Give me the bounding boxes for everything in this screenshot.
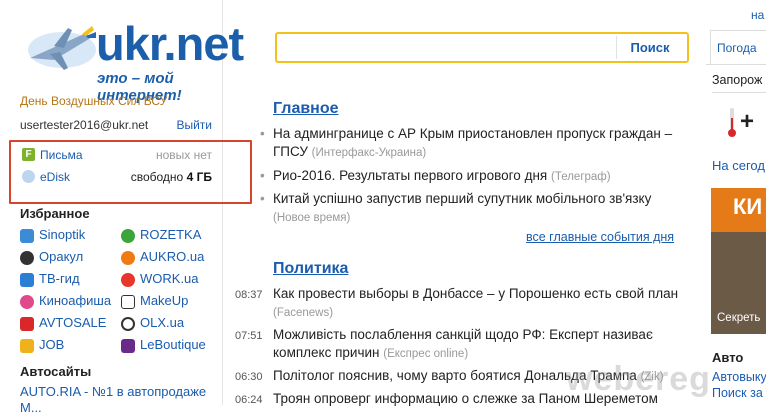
- user-line: usertester2016@ukr.net Выйти: [20, 118, 212, 132]
- news-source: (Facenews): [273, 307, 334, 319]
- fav-label[interactable]: Киноафиша: [39, 293, 111, 308]
- aukro-icon: [121, 251, 135, 265]
- fav-kinoafisha[interactable]: Киноафиша: [20, 293, 120, 315]
- divider: [706, 64, 766, 65]
- search-input[interactable]: [279, 36, 613, 61]
- fav-label[interactable]: AUKRO.ua: [140, 249, 204, 264]
- fav-olx[interactable]: OLX.ua: [121, 315, 221, 337]
- news-time: 08:37: [235, 289, 263, 301]
- section-main-title[interactable]: Главное: [273, 100, 339, 118]
- fav-label[interactable]: Оракул: [39, 249, 83, 264]
- news-item[interactable]: 07:51 Можливість послаблення санкцій щод…: [235, 326, 693, 363]
- news-item[interactable]: • Рио-2016. Результаты первого игрового …: [260, 167, 693, 186]
- fav-label[interactable]: ТВ-гид: [39, 271, 80, 286]
- orakul-icon: [20, 251, 34, 265]
- tv-icon: [20, 273, 34, 287]
- holiday-link[interactable]: День Воздушных Сил ВСУ: [20, 94, 167, 108]
- divider: [712, 92, 766, 93]
- auto-right-link-2[interactable]: Поиск за: [712, 386, 763, 400]
- bullet-icon: •: [260, 168, 265, 183]
- fav-orakul[interactable]: Оракул: [20, 249, 120, 271]
- watermark: webereg: [566, 360, 711, 398]
- news-source: (Телеграф): [550, 171, 611, 183]
- news-time: 07:51: [235, 330, 263, 342]
- makeup-icon: [121, 295, 135, 309]
- all-main-news-link[interactable]: все главные события дня: [526, 230, 674, 244]
- bullet-icon: •: [260, 126, 265, 141]
- fav-label[interactable]: ROZETKA: [140, 227, 201, 242]
- fav-makeup[interactable]: MakeUp: [121, 293, 221, 315]
- job-icon: [20, 339, 34, 353]
- auto-link-2[interactable]: М...: [20, 400, 42, 415]
- fav-sinoptik[interactable]: Sinoptik: [20, 227, 120, 249]
- work-icon: [121, 273, 135, 287]
- fav-leboutique[interactable]: LeBoutique: [121, 337, 221, 359]
- jet-icon: [28, 26, 96, 70]
- news-source: (Интерфакс-Украина): [311, 147, 427, 159]
- fav-label[interactable]: AVTOSALE: [39, 315, 106, 330]
- logout-link[interactable]: Выйти: [176, 118, 212, 132]
- logo-text: ukr.net: [96, 17, 244, 70]
- temperature: +: [740, 108, 755, 135]
- avtosale-icon: [20, 317, 34, 331]
- fav-work[interactable]: WORK.ua: [121, 271, 221, 293]
- sinoptik-icon: [20, 229, 34, 243]
- tab-weather[interactable]: Погода: [710, 30, 766, 64]
- auto-right-title: Авто: [712, 350, 744, 365]
- fav-label[interactable]: WORK.ua: [140, 271, 199, 286]
- promo-banner[interactable]: КИ Секреть: [711, 188, 766, 334]
- auto-right-link[interactable]: Автовыку: [712, 370, 766, 384]
- top-right-link[interactable]: на: [751, 8, 764, 22]
- promo-caption: Секреть: [717, 312, 761, 324]
- news-time: 06:30: [235, 371, 263, 383]
- news-item[interactable]: • На админгранице с АР Крым приостановле…: [260, 125, 693, 162]
- fav-label[interactable]: Sinoptik: [39, 227, 85, 242]
- news-item[interactable]: • Китай успішно запустив перший супутник…: [260, 190, 693, 227]
- kinoafisha-icon: [20, 295, 34, 309]
- olx-icon: [121, 317, 135, 331]
- search-box: Поиск: [275, 32, 689, 63]
- rozetka-icon: [121, 229, 135, 243]
- fav-tv[interactable]: ТВ-гид: [20, 271, 120, 293]
- fav-label[interactable]: OLX.ua: [140, 315, 184, 330]
- fav-label[interactable]: JOB: [39, 337, 64, 352]
- news-text[interactable]: Китай успішно запустив перший супутник м…: [273, 191, 651, 206]
- fav-label[interactable]: MakeUp: [140, 293, 188, 308]
- user-email[interactable]: usertester2016@ukr.net: [20, 118, 148, 132]
- right-column: на Погода Запорож + На сегод КИ Секреть …: [706, 0, 766, 405]
- search-button[interactable]: Поиск: [616, 36, 683, 59]
- promo-word: КИ: [733, 194, 763, 219]
- fav-avtosale[interactable]: AVTOSALE: [20, 315, 120, 337]
- news-text[interactable]: Рио-2016. Результаты первого игрового дн…: [273, 168, 547, 183]
- news-time: 06:24: [235, 394, 263, 406]
- section-politics-title[interactable]: Политика: [273, 260, 348, 278]
- weather-city[interactable]: Запорож: [712, 73, 762, 87]
- news-source: (Новое время): [273, 212, 351, 224]
- leboutique-icon: [121, 339, 135, 353]
- logo[interactable]: ukr.net это – мой интернет!: [20, 14, 260, 104]
- fav-job[interactable]: JOB: [20, 337, 120, 359]
- favorites-title: Избранное: [20, 206, 90, 221]
- news-source: (Експрес online): [383, 348, 469, 360]
- news-item[interactable]: 08:37 Как провести выборы в Донбассе – у…: [235, 285, 693, 322]
- auto-link[interactable]: AUTO.RIA - №1 в автопродаже: [20, 384, 206, 399]
- news-text[interactable]: Как провести выборы в Донбассе – у Порош…: [273, 286, 678, 301]
- fav-label[interactable]: LeBoutique: [140, 337, 206, 352]
- bullet-icon: •: [260, 191, 265, 206]
- fav-rozetka[interactable]: ROZETKA: [121, 227, 221, 249]
- today-link[interactable]: На сегод: [712, 158, 765, 173]
- fav-aukro[interactable]: AUKRO.ua: [121, 249, 221, 271]
- auto-title: Автосайты: [20, 364, 92, 379]
- highlight-box: [9, 140, 252, 204]
- thermometer-icon: [728, 108, 736, 137]
